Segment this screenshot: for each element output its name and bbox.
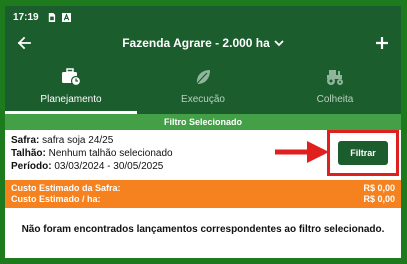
tab-label: Execução [181, 94, 225, 105]
safra-label: Safra: [11, 135, 40, 146]
tab-bar: Planejamento Execução Colheita [5, 58, 401, 114]
status-time: 17:19 [13, 11, 39, 23]
farm-selector[interactable]: Fazenda Agrare - 2.000 ha [122, 36, 284, 50]
briefcase-clock-icon [62, 68, 82, 86]
annotation-highlight: Filtrar [327, 130, 399, 176]
cost-safra-row: Custo Estimado da Safra: R$ 0,00 [11, 183, 395, 194]
tab-label: Colheita [316, 94, 354, 105]
app-bar: Fazenda Agrare - 2.000 ha [5, 28, 401, 58]
empty-state-message: Não foram encontrados lançamentos corres… [5, 208, 401, 258]
back-arrow-icon [17, 36, 31, 50]
add-button[interactable] [371, 32, 393, 54]
cost-ha-value: R$ 0,00 [363, 194, 395, 204]
cost-safra-label: Custo Estimado da Safra: [11, 183, 121, 193]
cost-summary: Custo Estimado da Safra: R$ 0,00 Custo E… [5, 180, 401, 208]
talhao-value: Nenhum talhão selecionado [45, 148, 173, 159]
chevron-down-icon [274, 40, 284, 47]
cost-safra-value: R$ 0,00 [363, 183, 395, 193]
filter-button[interactable]: Filtrar [338, 141, 388, 165]
periodo-value: 03/03/2024 - 30/05/2025 [51, 161, 164, 172]
safra-value: safra soja 24/25 [39, 135, 114, 146]
tab-label: Planejamento [40, 94, 102, 105]
sim-card-icon [48, 12, 55, 22]
plus-icon [376, 37, 388, 49]
tab-colheita[interactable]: Colheita [269, 58, 401, 114]
cost-ha-label: Custo Estimado / ha: [11, 194, 101, 204]
auto-text-icon [61, 12, 71, 22]
annotation-arrow-icon [275, 141, 329, 163]
status-bar: 17:19 [5, 6, 401, 28]
app-screen: 17:19 Fazenda Agrare - 2.000 ha Planejam… [5, 6, 401, 258]
tab-planejamento[interactable]: Planejamento [5, 58, 137, 114]
tab-execucao[interactable]: Execução [137, 58, 269, 114]
filter-header: Filtro Selecionado [5, 114, 401, 130]
filter-summary: Safra: safra soja 24/25 Talhão: Nenhum t… [5, 130, 401, 180]
leaf-icon [195, 70, 210, 86]
talhao-label: Talhão: [11, 148, 46, 159]
tractor-icon [327, 70, 343, 85]
cost-ha-row: Custo Estimado / ha: R$ 0,00 [11, 194, 395, 205]
periodo-label: Período: [11, 161, 52, 172]
back-button[interactable] [13, 32, 35, 54]
page-title: Fazenda Agrare - 2.000 ha [122, 36, 270, 50]
